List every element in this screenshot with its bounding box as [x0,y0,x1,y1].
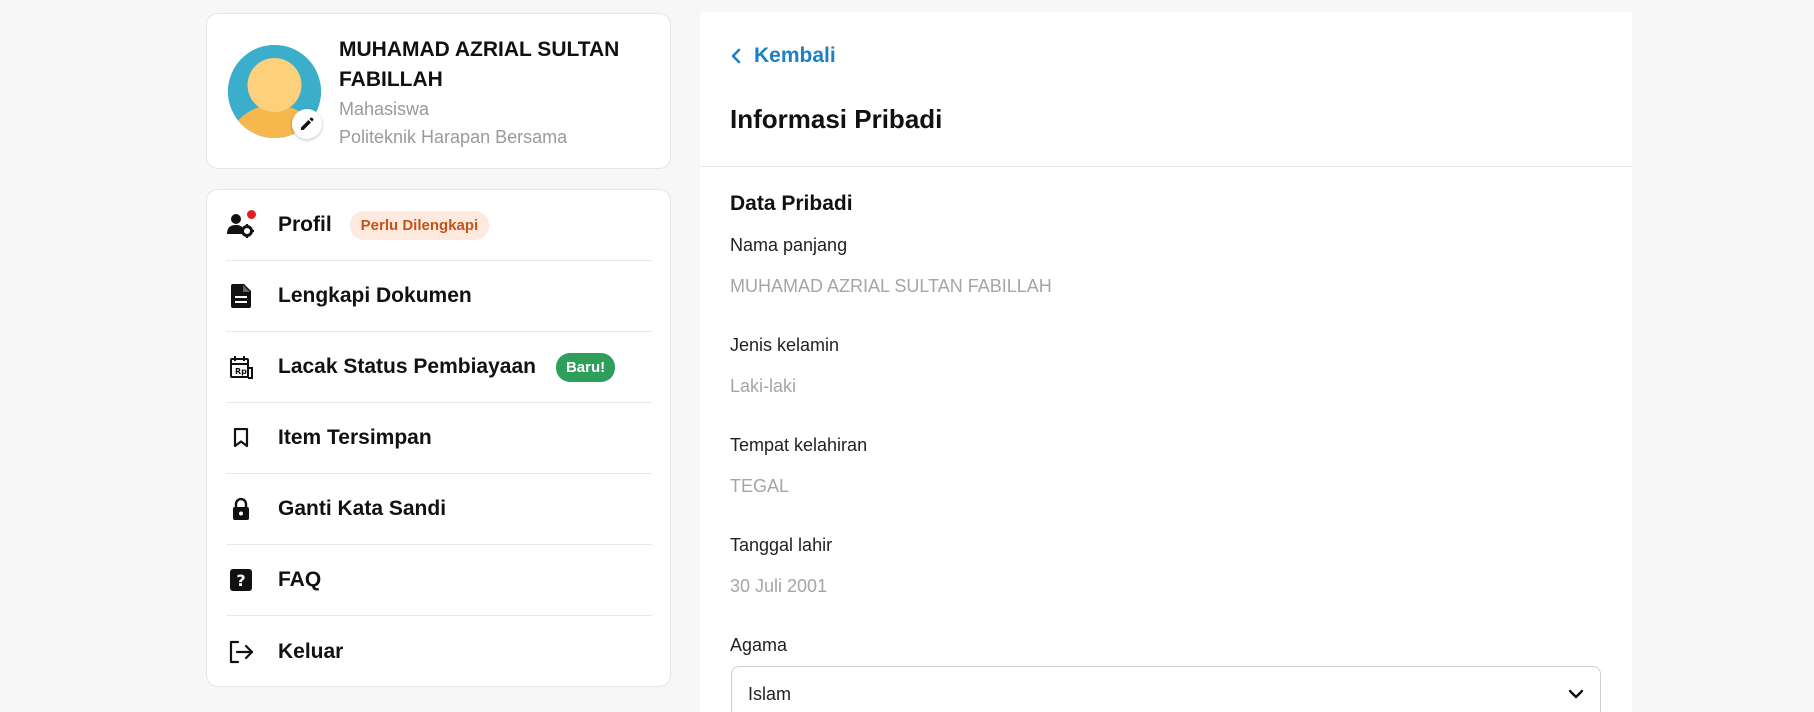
lock-icon [226,494,256,524]
menu-item-label: Item Tersimpan [278,426,432,449]
menu-item-profil[interactable]: Profil Perlu Dilengkapi [226,190,652,261]
menu-item-item-tersimpan[interactable]: Item Tersimpan [226,403,652,474]
chevron-left-icon [731,48,741,64]
chevron-down-icon [1568,689,1584,699]
section-title: Data Pribadi [730,192,853,215]
document-icon [226,281,256,311]
page: MUHAMAD AZRIAL SULTAN FABILLAH Mahasiswa… [0,0,1814,712]
profile-info: MUHAMAD AZRIAL SULTAN FABILLAH Mahasiswa… [339,35,659,151]
help-icon: ? [226,565,256,595]
logout-icon [226,637,256,667]
field-label-tanggal-lahir: Tanggal lahir [730,535,833,555]
profile-institution: Politeknik Harapan Bersama [339,127,568,147]
menu-item-label: Lacak Status Pembiayaan [278,355,536,378]
field-value-nama: MUHAMAD AZRIAL SULTAN FABILLAH [730,276,1052,296]
religion-select[interactable]: Islam [731,666,1601,712]
pencil-icon [301,117,314,130]
back-label: Kembali [754,44,836,67]
menu-item-faq[interactable]: ? FAQ [226,545,652,616]
back-link[interactable]: Kembali [730,44,836,68]
bookmark-icon [226,423,256,453]
profile-role: Mahasiswa [339,99,430,119]
svg-text:Rp: Rp [235,367,247,376]
menu-item-label: FAQ [278,568,322,591]
menu-item-label: Keluar [278,639,344,663]
profile-card: MUHAMAD AZRIAL SULTAN FABILLAH Mahasiswa… [206,13,671,169]
header-divider [700,166,1632,167]
avatar-wrapper [228,45,322,139]
svg-text:?: ? [236,571,245,590]
profile-name: MUHAMAD AZRIAL SULTAN FABILLAH [339,38,620,91]
field-value-tanggal-lahir: 30 Juli 2001 [730,576,828,596]
incomplete-badge: Perlu Dilengkapi [349,210,490,240]
field-label-jenis-kelamin: Jenis kelamin [730,335,840,355]
field-label-nama: Nama panjang [730,235,848,255]
page-title: Informasi Pribadi [730,104,943,134]
religion-select-value: Islam [748,683,792,704]
menu-item-lacak-status[interactable]: Rp Lacak Status Pembiayaan Baru! [226,332,652,403]
field-value-tempat-lahir: TEGAL [730,476,790,496]
field-value-jenis-kelamin: Laki-laki [730,376,797,396]
menu-item-label: Profil [278,213,332,236]
main-content: Kembali Informasi Pribadi Data Pribadi N… [700,12,1632,712]
menu-item-label: Lengkapi Dokumen [278,284,472,307]
field-label-agama: Agama [730,635,788,655]
menu-item-ganti-kata-sandi[interactable]: Ganti Kata Sandi [226,474,652,545]
user-gear-icon [226,210,256,240]
menu-item-keluar[interactable]: Keluar [226,616,652,687]
menu-item-label: Ganti Kata Sandi [278,497,447,520]
new-badge: Baru! [555,352,616,382]
notification-dot [247,210,256,219]
calendar-receipt-icon: Rp [226,352,256,382]
edit-avatar-button[interactable] [292,109,322,139]
menu-item-lengkapi-dokumen[interactable]: Lengkapi Dokumen [226,261,652,332]
menu-card: Profil Perlu Dilengkapi Lengkapi Dokumen [206,189,671,687]
field-label-tempat-lahir: Tempat kelahiran [730,435,868,455]
